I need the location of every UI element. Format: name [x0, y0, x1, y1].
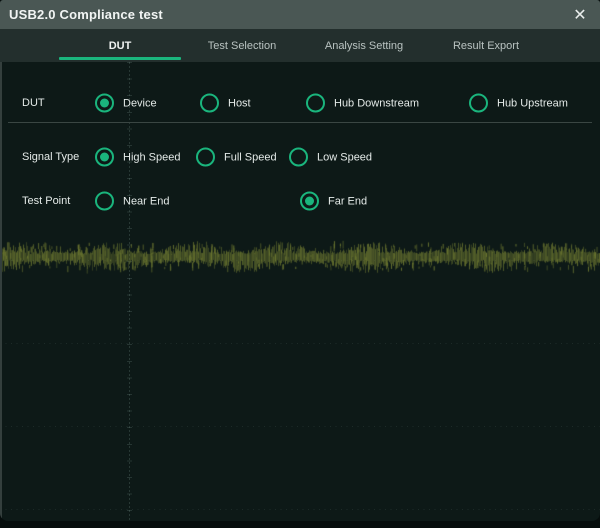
radio-option-full-speed[interactable]: Full Speed — [196, 148, 277, 167]
radio-option-high-speed[interactable]: High Speed — [95, 148, 181, 167]
radio-option-near-end[interactable]: Near End — [95, 192, 169, 211]
radio-label: Near End — [123, 195, 169, 207]
tab-result-export[interactable]: Result Export — [425, 29, 547, 62]
radio-icon — [95, 148, 114, 167]
radio-option-hub-downstream[interactable]: Hub Downstream — [306, 94, 419, 113]
radio-option-host[interactable]: Host — [200, 94, 251, 113]
radio-label: Full Speed — [224, 151, 277, 163]
graticule-hline — [0, 426, 600, 427]
dut-row-label: DUT — [22, 97, 45, 109]
section-divider — [8, 122, 592, 123]
radio-option-hub-upstream[interactable]: Hub Upstream — [469, 94, 568, 113]
radio-option-low-speed[interactable]: Low Speed — [289, 148, 372, 167]
usb-compliance-dialog: USB2.0 Compliance test ✕ DUT Test Select… — [0, 0, 600, 521]
signal-type-row: Signal Type High Speed Full Speed Low Sp… — [0, 147, 600, 167]
radio-icon — [469, 94, 488, 113]
radio-label: Hub Downstream — [334, 97, 419, 109]
radio-icon — [200, 94, 219, 113]
radio-label: High Speed — [123, 151, 181, 163]
dialog-title: USB2.0 Compliance test — [9, 0, 163, 29]
radio-option-device[interactable]: Device — [95, 94, 157, 113]
radio-label: Low Speed — [317, 151, 372, 163]
waveform-trace — [0, 232, 600, 282]
radio-label: Host — [228, 97, 251, 109]
radio-label: Hub Upstream — [497, 97, 568, 109]
radio-label: Device — [123, 97, 157, 109]
radio-option-far-end[interactable]: Far End — [300, 192, 367, 211]
radio-icon — [95, 192, 114, 211]
tab-test-selection[interactable]: Test Selection — [181, 29, 303, 62]
signal-type-row-label: Signal Type — [22, 151, 79, 163]
tab-bar: DUT Test Selection Analysis Setting Resu… — [0, 29, 600, 62]
radio-icon — [300, 192, 319, 211]
dialog-left-border — [0, 62, 2, 521]
graticule-hline — [0, 509, 600, 510]
radio-icon — [196, 148, 215, 167]
dut-row: DUT Device Host Hub Downstream Hub Upstr… — [0, 93, 600, 113]
test-point-row: Test Point Near End Far End — [0, 191, 600, 211]
tab-dut[interactable]: DUT — [59, 29, 181, 62]
radio-icon — [306, 94, 325, 113]
radio-icon — [289, 148, 308, 167]
title-bar: USB2.0 Compliance test ✕ — [0, 0, 600, 30]
graticule-axis-ticks — [127, 62, 132, 521]
close-icon[interactable]: ✕ — [564, 0, 596, 29]
test-point-row-label: Test Point — [22, 195, 70, 207]
tab-analysis-setting[interactable]: Analysis Setting — [303, 29, 425, 62]
radio-label: Far End — [328, 195, 367, 207]
graticule-hline — [0, 343, 600, 344]
radio-icon — [95, 94, 114, 113]
